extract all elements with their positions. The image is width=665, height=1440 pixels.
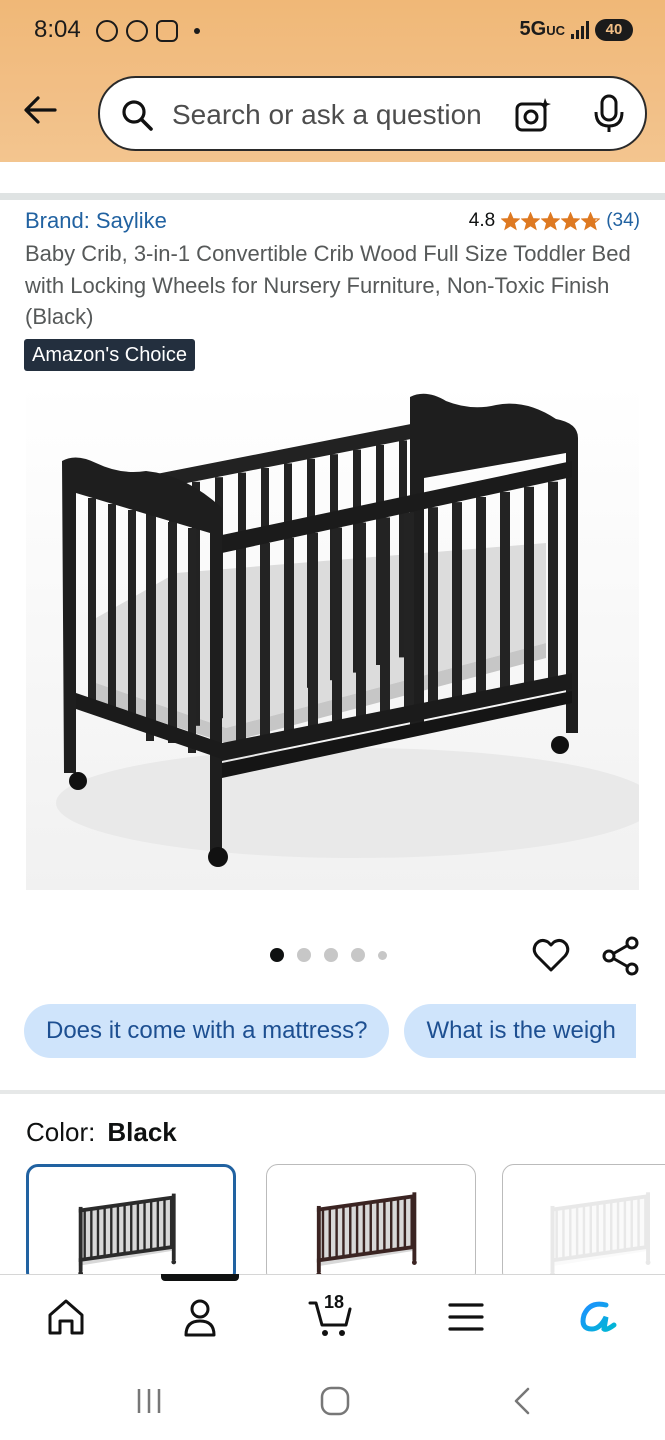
color-option-espresso[interactable] — [266, 1164, 476, 1284]
color-value: Black — [107, 1117, 177, 1147]
brand-link[interactable]: Brand: Saylike — [25, 208, 167, 234]
microphone-icon[interactable] — [592, 94, 626, 134]
color-thumbnail — [316, 1192, 417, 1277]
question-chip[interactable]: What is the weigh — [404, 1004, 637, 1058]
instagram-icon — [156, 20, 178, 42]
account-icon[interactable] — [178, 1295, 222, 1339]
rating-summary[interactable]: 4.8 (34) — [469, 210, 640, 232]
status-bar: 8:04 5GUC 40 — [0, 0, 665, 64]
color-option-white[interactable] — [502, 1164, 665, 1284]
cart-count: 18 — [324, 1292, 345, 1312]
pagination-dot[interactable] — [378, 950, 387, 960]
network-label: 5GUC — [519, 18, 565, 40]
star-icon — [561, 211, 581, 230]
color-label: Color: — [26, 1117, 96, 1147]
color-selector-heading: Color: Black — [26, 1117, 177, 1148]
active-tab-indicator — [161, 1274, 239, 1281]
camera-search-icon[interactable] — [514, 96, 552, 134]
color-option-black[interactable] — [26, 1164, 236, 1284]
pagination-dot[interactable] — [297, 948, 311, 962]
pagination-dot[interactable] — [351, 948, 365, 962]
star-icon — [501, 211, 521, 230]
section-divider — [0, 193, 665, 200]
star-icon — [541, 211, 561, 230]
star-rating — [501, 211, 601, 231]
question-chip[interactable]: Does it come with a mattress? — [24, 1004, 390, 1058]
search-icon — [122, 100, 153, 131]
search-input[interactable]: Search or ask a question — [98, 76, 647, 151]
amazons-choice-badge: Amazon's Choice — [24, 339, 195, 371]
battery-icon: 40 — [595, 18, 633, 41]
signal-icon — [571, 20, 589, 39]
pagination-dot[interactable] — [324, 948, 338, 962]
recent-apps-icon[interactable] — [134, 1386, 164, 1416]
home-icon[interactable] — [44, 1295, 88, 1339]
system-navigation-bar — [0, 1356, 665, 1440]
rufus-icon[interactable] — [576, 1295, 620, 1339]
rating-count[interactable]: (34) — [606, 210, 640, 232]
image-pagination[interactable] — [270, 948, 387, 962]
messenger-icon — [96, 20, 118, 42]
color-thumbnail — [78, 1193, 177, 1276]
pagination-dot[interactable] — [270, 948, 284, 962]
bottom-navigation — [0, 1274, 665, 1356]
star-icon — [581, 211, 601, 230]
rating-value: 4.8 — [468, 210, 496, 231]
chat-icon — [126, 20, 148, 42]
product-image[interactable] — [26, 383, 639, 890]
section-divider — [0, 1090, 665, 1094]
more-notifications-icon — [194, 28, 200, 34]
menu-icon[interactable] — [444, 1295, 488, 1339]
system-back-icon[interactable] — [508, 1386, 538, 1416]
product-title: Baby Crib, 3-in-1 Convertible Crib Wood … — [25, 241, 631, 329]
top-header: 8:04 5GUC 40 Search or ask a question — [0, 0, 665, 162]
status-right: 5GUC 40 — [520, 18, 633, 41]
share-icon[interactable] — [602, 936, 640, 976]
star-icon — [521, 211, 541, 230]
home-button-icon[interactable] — [320, 1386, 350, 1416]
color-thumbnail — [550, 1192, 651, 1277]
question-chips: Does it come with a mattress? What is th… — [24, 1004, 637, 1058]
search-placeholder: Search or ask a question — [172, 99, 482, 130]
heart-icon[interactable] — [532, 936, 570, 974]
status-time: 8:04 — [34, 16, 81, 43]
back-arrow-icon[interactable] — [22, 92, 58, 128]
notification-icons — [96, 20, 200, 42]
